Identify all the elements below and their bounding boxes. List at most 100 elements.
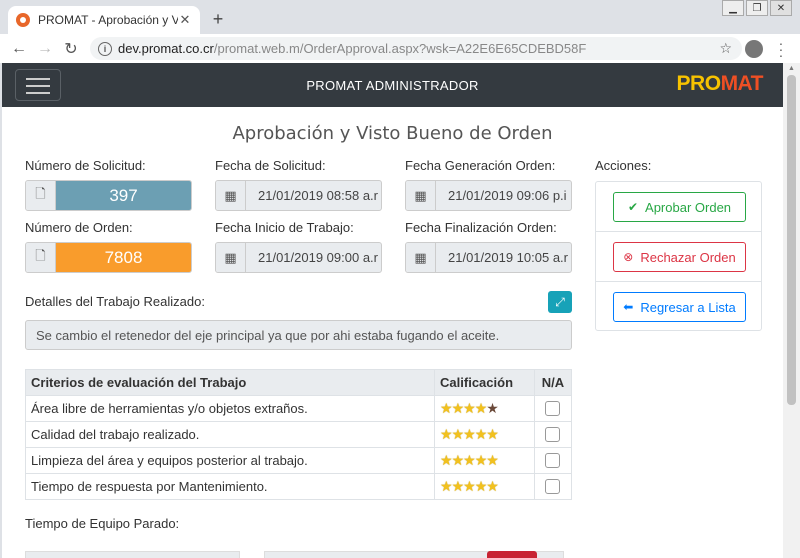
close-tab-icon[interactable]: ✕ xyxy=(178,12,192,28)
table-row: Tiempo de respuesta por Mantenimiento. ★★… xyxy=(24,473,573,500)
star-icon[interactable]: ★ xyxy=(440,478,453,494)
back-to-list-button[interactable]: ⬅ Regresar a Lista xyxy=(613,292,746,322)
times-circle-icon: ⊗ xyxy=(623,250,634,264)
na-cell xyxy=(533,395,573,422)
url-path: /promat.web.m/OrderApproval.aspx?wsk=A22… xyxy=(213,41,587,56)
star-icon[interactable]: ★ xyxy=(463,478,476,494)
fecha-final-field: ▦ 21/01/2019 10:05 a.r xyxy=(405,242,572,273)
app-navbar: PROMAT ADMINISTRADOR PROMAT xyxy=(2,63,783,107)
na-cell xyxy=(533,421,573,448)
maximize-icon[interactable]: ❐ xyxy=(746,0,768,16)
back-arrow-icon[interactable]: ← xyxy=(6,40,32,58)
browser-tab[interactable]: PROMAT - Aprobación y Visto B ✕ xyxy=(8,6,200,34)
star-rating[interactable]: ★★★★★ xyxy=(434,447,535,474)
page-title: Aprobación y Visto Bueno de Orden xyxy=(232,123,553,144)
reload-icon[interactable]: ↻ xyxy=(58,39,84,59)
criteria-header: Criterios de evaluación del Trabajo xyxy=(24,369,436,396)
star-icon[interactable]: ★ xyxy=(475,452,488,468)
fecha-solicitud-value: 21/01/2019 08:58 a.r xyxy=(258,188,378,203)
calendar-icon: ▦ xyxy=(406,243,436,272)
browser-titlebar: PROMAT - Aprobación y Visto B ✕ + ▁ ❐ ✕ xyxy=(0,0,800,34)
na-checkbox[interactable] xyxy=(545,427,561,442)
scrollbar-thumb[interactable] xyxy=(787,75,796,405)
star-icon[interactable]: ★ xyxy=(486,400,499,416)
na-cell xyxy=(533,473,573,500)
criteria-label: Limpieza del área y equipos posterior al… xyxy=(24,447,436,474)
downtime-field[interactable] xyxy=(25,551,240,558)
details-textarea[interactable]: Se cambio el retenedor del eje principal… xyxy=(25,320,572,350)
star-icon[interactable]: ★ xyxy=(452,452,465,468)
orden-label: Número de Orden: xyxy=(25,220,133,235)
expand-icon[interactable]: ⤢ xyxy=(548,291,572,313)
star-icon[interactable]: ★ xyxy=(452,478,465,494)
orden-value: 7808 xyxy=(56,243,191,272)
star-icon[interactable]: ★ xyxy=(452,400,465,416)
solicitud-field: 🗋 397 xyxy=(25,180,192,211)
star-icon[interactable]: ★ xyxy=(440,400,453,416)
fecha-inicio-value: 21/01/2019 09:00 a.r xyxy=(258,250,378,265)
reject-order-button[interactable]: ⊗ Rechazar Orden xyxy=(613,242,746,272)
actions-panel: ✔ Aprobar Orden ⊗ Rechazar Orden ⬅ Regresar… xyxy=(595,181,762,331)
star-icon[interactable]: ★ xyxy=(475,426,488,442)
window-controls: ▁ ❐ ✕ xyxy=(720,0,792,16)
check-icon: ✔ xyxy=(627,200,639,214)
page-scrollbar[interactable]: ▲ xyxy=(783,63,800,558)
fecha-generacion-field: ▦ 21/01/2019 09:06 p.i xyxy=(405,180,572,211)
browser-menu-icon[interactable]: · · · xyxy=(776,36,786,62)
solicitud-label: Número de Solicitud: xyxy=(25,158,146,173)
star-icon[interactable]: ★ xyxy=(440,452,453,468)
profile-avatar[interactable] xyxy=(745,40,763,58)
downtime-button[interactable] xyxy=(487,551,537,558)
bookmark-star-icon[interactable]: ☆ xyxy=(719,40,732,57)
file-icon: 🗋 xyxy=(26,243,56,272)
forward-arrow-icon[interactable]: → xyxy=(32,40,58,58)
solicitud-value: 397 xyxy=(56,181,191,210)
fecha-final-label: Fecha Finalización Orden: xyxy=(405,220,557,235)
calendar-icon: ▦ xyxy=(406,181,436,210)
star-rating[interactable]: ★★★★★ xyxy=(434,421,535,448)
criteria-label: Calidad del trabajo realizado. xyxy=(24,421,436,448)
criteria-label: Área libre de herramientas y/o objetos e… xyxy=(24,395,436,422)
site-info-icon[interactable]: i xyxy=(98,41,112,56)
star-icon[interactable]: ★ xyxy=(440,426,453,442)
address-bar[interactable]: i dev.promat.co.cr/promat.web.m/OrderApp… xyxy=(90,37,742,60)
star-rating[interactable]: ★★★★★ xyxy=(434,473,535,500)
star-icon[interactable]: ★ xyxy=(486,452,499,468)
arrow-left-icon: ⬅ xyxy=(623,300,634,314)
star-icon[interactable]: ★ xyxy=(486,478,499,494)
na-checkbox[interactable] xyxy=(545,453,561,468)
star-icon[interactable]: ★ xyxy=(475,400,488,416)
fecha-solicitud-label: Fecha de Solicitud: xyxy=(215,158,326,173)
star-icon[interactable]: ★ xyxy=(463,426,476,442)
table-row: Limpieza del área y equipos posterior al… xyxy=(24,447,573,474)
rating-header: Calificación xyxy=(434,369,535,396)
downtime-label: Tiempo de Equipo Parado: xyxy=(25,516,180,531)
na-checkbox[interactable] xyxy=(545,401,561,416)
na-header: N/A xyxy=(533,369,573,396)
star-icon[interactable]: ★ xyxy=(463,452,476,468)
criteria-table: Criterios de evaluación del Trabajo Cali… xyxy=(24,369,573,500)
close-window-icon[interactable]: ✕ xyxy=(770,0,792,16)
star-icon[interactable]: ★ xyxy=(486,426,499,442)
new-tab-button[interactable]: + xyxy=(208,9,228,30)
star-icon[interactable]: ★ xyxy=(475,478,488,494)
fecha-generacion-label: Fecha Generación Orden: xyxy=(405,158,556,173)
na-checkbox[interactable] xyxy=(545,479,561,494)
details-label: Detalles del Trabajo Realizado: xyxy=(25,294,205,309)
calendar-icon: ▦ xyxy=(216,181,246,210)
star-icon[interactable]: ★ xyxy=(463,400,476,416)
promat-favicon-icon xyxy=(16,13,30,27)
na-cell xyxy=(533,447,573,474)
url-host: dev.promat.co.cr xyxy=(118,41,214,56)
approve-order-button[interactable]: ✔ Aprobar Orden xyxy=(613,192,746,222)
scroll-up-icon[interactable]: ▲ xyxy=(788,65,795,72)
fecha-inicio-label: Fecha Inicio de Trabajo: xyxy=(215,220,354,235)
browser-toolbar: ← → ↻ i dev.promat.co.cr/promat.web.m/Or… xyxy=(0,34,800,63)
page-content: PROMAT ADMINISTRADOR PROMAT Aprobación y… xyxy=(2,63,783,558)
promat-logo: PROMAT xyxy=(676,72,764,95)
star-rating[interactable]: ★★★★★ xyxy=(434,395,535,422)
star-icon[interactable]: ★ xyxy=(452,426,465,442)
navbar-brand: PROMAT ADMINISTRADOR xyxy=(306,78,479,93)
fecha-generacion-value: 21/01/2019 09:06 p.i xyxy=(448,188,567,203)
minimize-icon[interactable]: ▁ xyxy=(722,0,744,16)
